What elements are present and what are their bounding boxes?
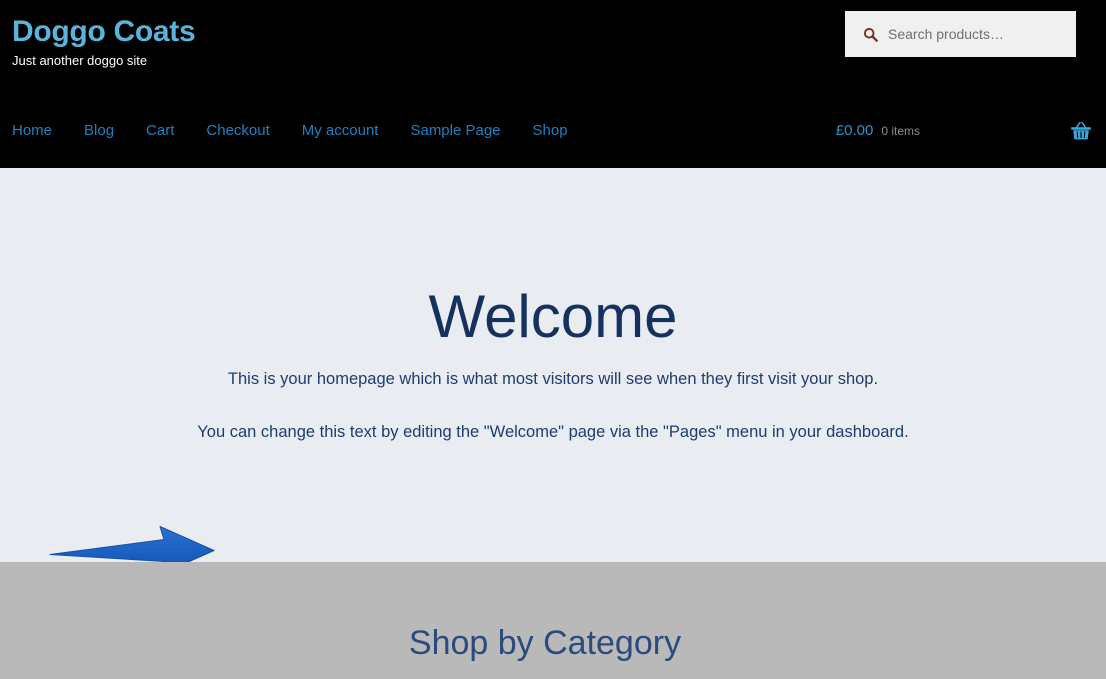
shop-by-category-section: Shop by Category: [0, 562, 1106, 679]
search-input[interactable]: [888, 24, 1068, 44]
site-description: Just another doggo site: [12, 52, 195, 70]
hero-section: Welcome This is your homepage which is w…: [0, 168, 1106, 562]
nav-item-shop[interactable]: Shop: [533, 118, 568, 144]
nav-item-cart[interactable]: Cart: [146, 118, 174, 144]
site-header: Doggo Coats Just another doggo site Home…: [0, 0, 1106, 168]
cart-total-amount: £0.00: [836, 118, 874, 144]
search-icon: [863, 27, 878, 42]
cart-item-count: 0 items: [881, 118, 920, 144]
hero-paragraph-secondary: You can change this text by editing the …: [0, 419, 1106, 445]
nav-item-home[interactable]: Home: [12, 118, 52, 144]
cart-area[interactable]: £0.00 0 items: [836, 118, 1092, 144]
product-search-form[interactable]: [845, 11, 1076, 57]
nav-item-blog[interactable]: Blog: [84, 118, 114, 144]
shopping-basket-icon[interactable]: [1070, 121, 1092, 141]
nav-item-checkout[interactable]: Checkout: [206, 118, 269, 144]
shop-by-category-heading: Shop by Category: [0, 622, 1090, 664]
hero-paragraph-primary: This is your homepage which is what most…: [0, 366, 1106, 392]
cart-contents[interactable]: £0.00 0 items: [836, 118, 920, 144]
page-root: Doggo Coats Just another doggo site Home…: [0, 0, 1106, 679]
primary-navigation: Home Blog Cart Checkout My account Sampl…: [12, 118, 568, 144]
site-branding: Doggo Coats Just another doggo site: [12, 14, 195, 70]
page-title: Welcome: [0, 284, 1106, 350]
nav-item-my-account[interactable]: My account: [302, 118, 379, 144]
site-title[interactable]: Doggo Coats: [12, 14, 195, 50]
nav-item-sample-page[interactable]: Sample Page: [410, 118, 500, 144]
